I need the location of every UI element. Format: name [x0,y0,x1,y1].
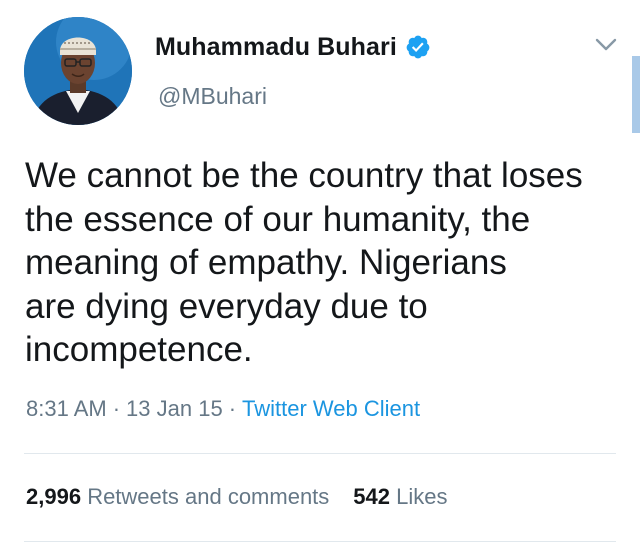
tweet-line: meaning of empathy. Nigerians [25,243,507,282]
scroll-indicator [632,56,640,133]
tweet-meta: 8:31 AM · 13 Jan 15 · Twitter Web Client [26,396,420,422]
likes-count: 542 [353,484,391,509]
tweet-line: incompetence. [25,330,253,369]
meta-separator: · [228,396,237,421]
tweet-line: the essence of our humanity, the [25,199,531,239]
avatar-image [24,17,132,125]
author-name[interactable]: Muhammadu Buhari [155,33,397,62]
tweet-date[interactable]: 13 Jan 15 [126,396,223,421]
author-handle[interactable]: @MBuhari [158,83,267,110]
retweets-count: 2,996 [26,484,82,509]
divider [24,453,616,454]
tweet-text: We cannot be the country that loses the … [25,154,625,372]
retweets-label: Retweets and comments [87,484,330,509]
tweet-stats: 2,996 Retweets and comments 542 Likes [26,484,448,510]
divider [24,541,616,542]
tweet-client-link[interactable]: Twitter Web Client [242,396,420,421]
retweets-stat[interactable]: 2,996 Retweets and comments [26,484,329,509]
likes-stat[interactable]: 542 Likes [353,484,447,509]
tweet-line: We cannot be the country that loses [25,156,583,195]
meta-separator: · [112,396,121,421]
verified-badge-icon [405,34,431,60]
avatar[interactable] [24,17,132,125]
chevron-down-icon[interactable] [594,36,618,54]
author-row[interactable]: Muhammadu Buhari [155,29,431,65]
tweet-time[interactable]: 8:31 AM [26,396,107,421]
tweet-line: are dying everyday due to [25,286,428,326]
likes-label: Likes [396,484,448,509]
